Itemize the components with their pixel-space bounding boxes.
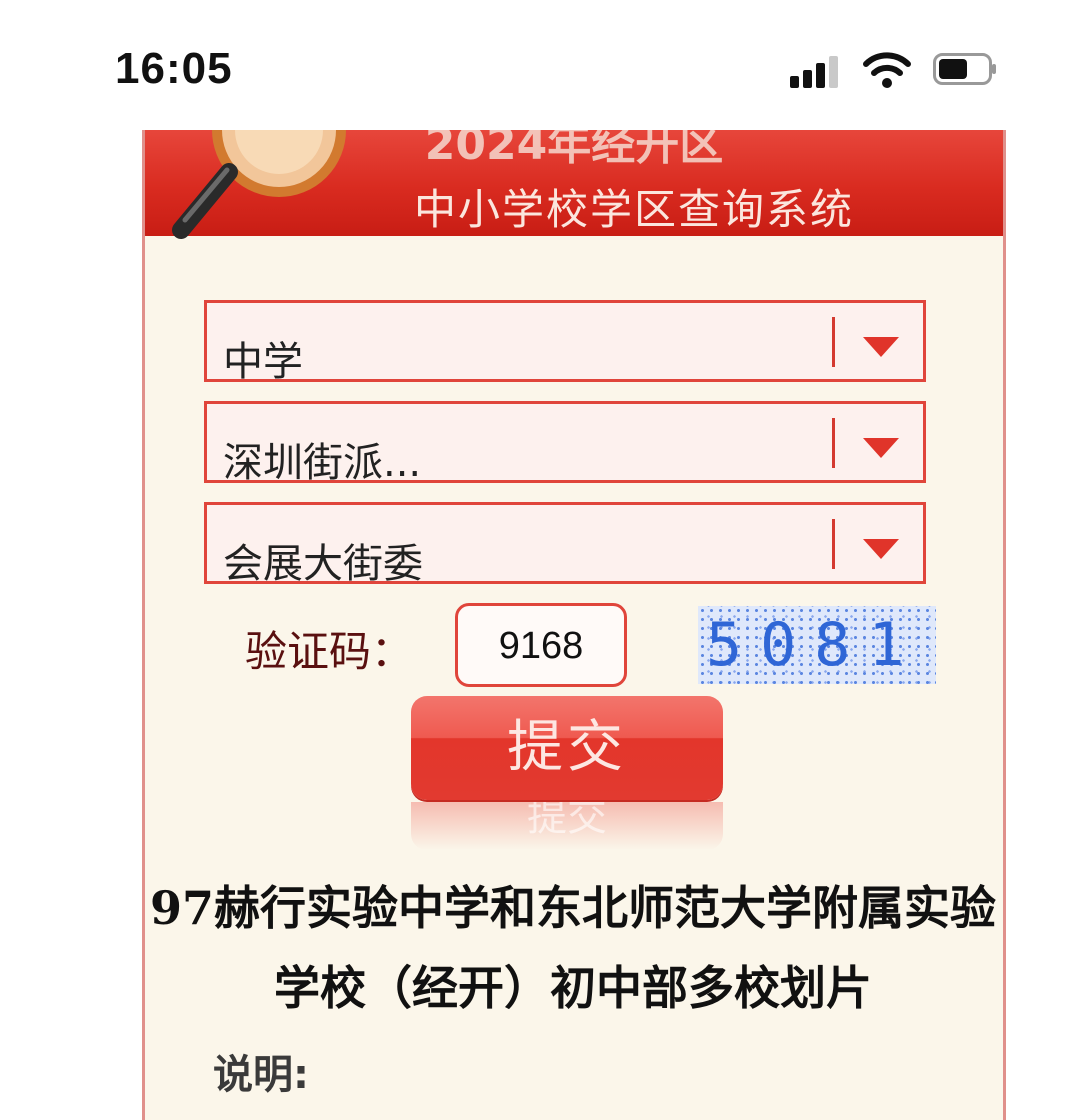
- captcha-label: 验证码：: [245, 627, 414, 676]
- chevron-down-icon: [863, 539, 899, 559]
- submit-button-reflection: 提交: [411, 802, 723, 850]
- query-panel: 2024年经开区 中小学校学区查询系统 中学 深圳街派... 会展大街委 验证码…: [142, 130, 1006, 1120]
- school-level-select[interactable]: 中学: [204, 300, 926, 385]
- divider: [832, 317, 835, 367]
- magnifier-icon: [172, 130, 346, 239]
- cellular-signal-icon: [790, 54, 842, 88]
- community-select[interactable]: 会展大街委: [204, 502, 926, 587]
- status-bar: 16:05: [0, 0, 1080, 130]
- submit-button[interactable]: 提交: [411, 696, 723, 800]
- divider: [832, 519, 835, 569]
- note-label: 说明:: [213, 1052, 309, 1098]
- select-value: 会展大街委: [223, 541, 423, 587]
- status-time: 16:05: [115, 44, 233, 93]
- select-value: 深圳街派...: [223, 440, 422, 486]
- street-office-select[interactable]: 深圳街派...: [204, 401, 926, 486]
- wifi-icon: [863, 52, 911, 88]
- chevron-down-icon: [863, 438, 899, 458]
- battery-icon: [933, 53, 996, 85]
- result-text: 97赫行实验中学和东北师范大学附属实验学校（经开）初中部多校划片: [149, 881, 996, 1015]
- divider: [832, 418, 835, 468]
- chevron-down-icon: [863, 337, 899, 357]
- captcha-image[interactable]: 5081: [698, 606, 936, 684]
- captcha-input[interactable]: 9168: [455, 603, 627, 687]
- select-value: 中学: [223, 339, 303, 385]
